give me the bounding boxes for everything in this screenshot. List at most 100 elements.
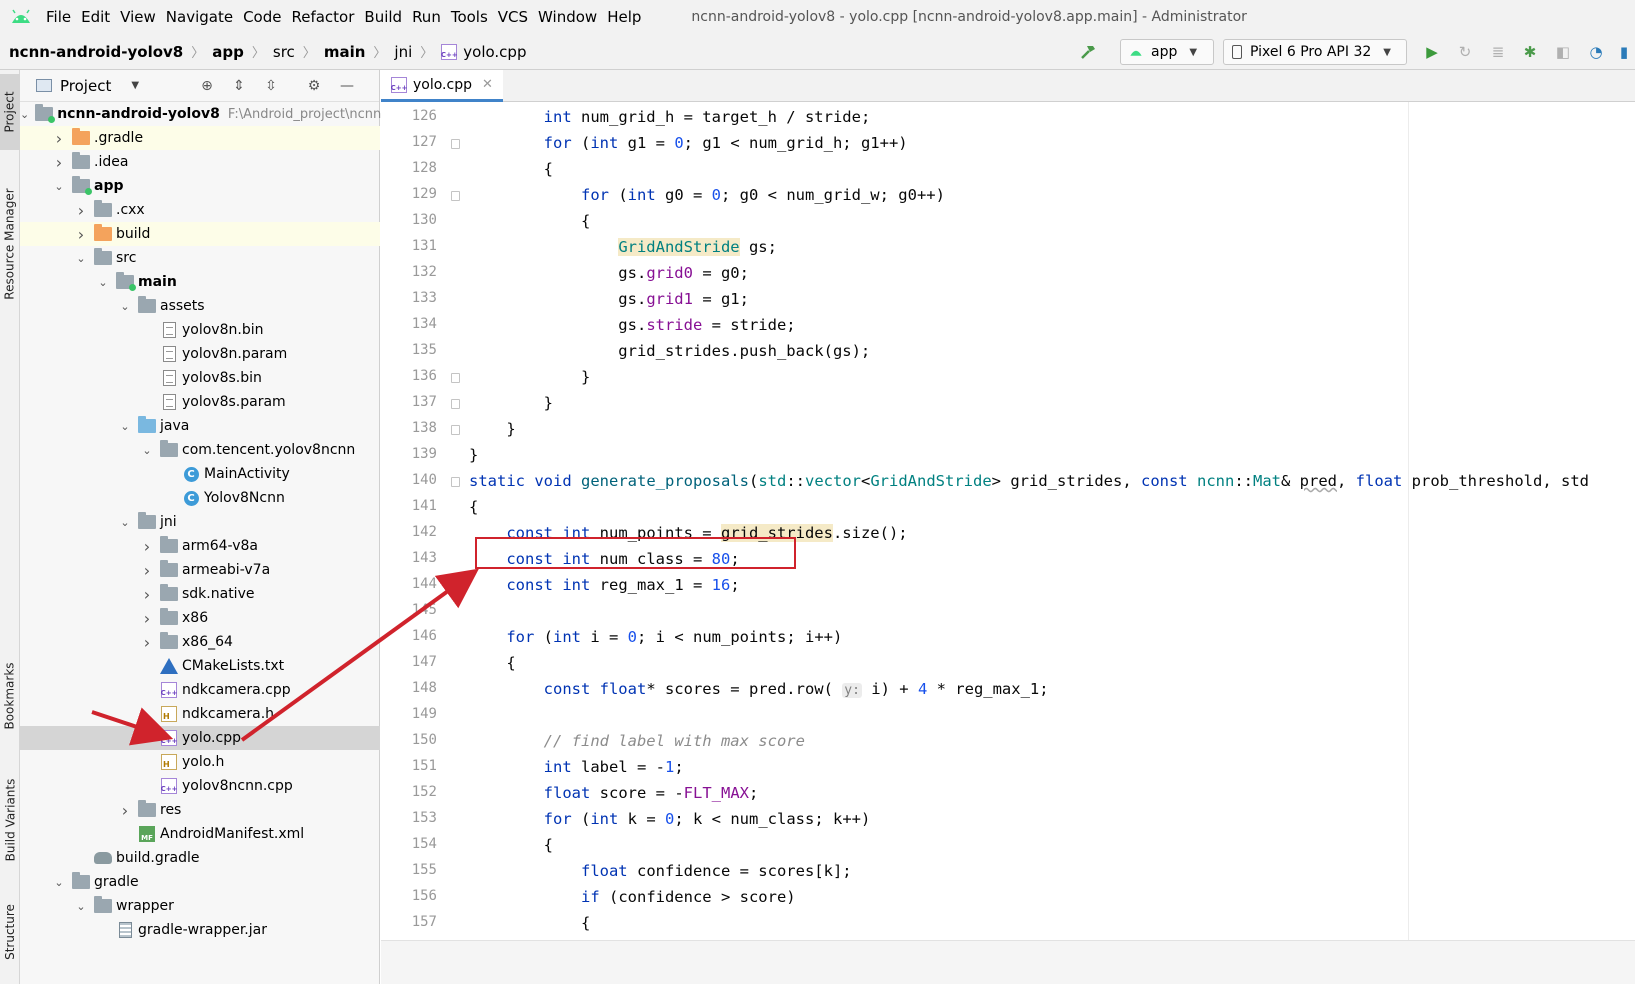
fold-marker-icon[interactable] xyxy=(451,139,460,149)
breadcrumb-item[interactable]: jni xyxy=(394,43,412,61)
apply-changes-icon[interactable]: ≣ xyxy=(1488,43,1508,61)
tree-item[interactable]: ⌄ src xyxy=(20,246,380,270)
code-line[interactable]: { xyxy=(469,832,553,858)
code-line[interactable]: float confidence = scores[k]; xyxy=(469,858,852,884)
attach-debugger-icon[interactable]: ◧ xyxy=(1553,43,1573,61)
chevron-right-icon[interactable]: › xyxy=(140,537,154,556)
code-line[interactable]: for (int g0 = 0; g0 < num_grid_w; g0++) xyxy=(469,182,945,208)
menu-refactor[interactable]: Refactor xyxy=(291,8,354,26)
horizontal-scrollbar[interactable] xyxy=(381,940,1635,984)
tree-item[interactable]: › x86 xyxy=(20,606,380,630)
code-line[interactable]: // find label with max score xyxy=(469,728,805,754)
profiler-icon[interactable]: ◔ xyxy=(1586,43,1606,61)
chevron-down-icon[interactable]: ⌄ xyxy=(52,180,66,193)
chevron-right-icon[interactable]: › xyxy=(52,153,66,172)
chevron-down-icon[interactable]: ⌄ xyxy=(118,516,132,529)
chevron-down-icon[interactable]: ⌄ xyxy=(118,300,132,313)
chevron-down-icon[interactable]: ⌄ xyxy=(20,108,29,121)
resource-manager-tool-tab[interactable]: Resource Manager xyxy=(0,164,20,324)
tree-item[interactable]: › x86_64 xyxy=(20,630,380,654)
code-line[interactable]: float score = -FLT_MAX; xyxy=(469,780,759,806)
tree-item[interactable]: C++ yolo.cpp xyxy=(20,726,380,750)
menu-build[interactable]: Build xyxy=(364,8,402,26)
code-line[interactable]: { xyxy=(469,650,515,676)
menu-help[interactable]: Help xyxy=(607,8,641,26)
tree-item[interactable]: ⌄ com.tencent.yolov8ncnn xyxy=(20,438,380,462)
code-line[interactable]: gs.grid1 = g1; xyxy=(469,286,749,312)
code-line[interactable]: GridAndStride gs; xyxy=(469,234,777,260)
tree-item[interactable]: CMakeLists.txt xyxy=(20,654,380,678)
chevron-down-icon[interactable]: ⌄ xyxy=(96,276,110,289)
bookmarks-tool-tab[interactable]: Bookmarks xyxy=(0,636,20,756)
menu-vcs[interactable]: VCS xyxy=(498,8,528,26)
chevron-right-icon[interactable]: › xyxy=(140,609,154,628)
fold-marker-icon[interactable] xyxy=(451,425,460,435)
tree-item[interactable]: yolov8n.param xyxy=(20,342,380,366)
tree-item[interactable]: ⌄ assets xyxy=(20,294,380,318)
tree-item[interactable]: › res xyxy=(20,798,380,822)
tree-item[interactable]: yolov8s.param xyxy=(20,390,380,414)
chevron-right-icon[interactable]: › xyxy=(52,129,66,148)
project-view-select[interactable]: Project xyxy=(60,77,111,95)
menu-file[interactable]: File xyxy=(46,8,71,26)
code-line[interactable]: { xyxy=(469,910,590,936)
tree-item[interactable]: › .cxx xyxy=(20,198,380,222)
fold-marker-icon[interactable] xyxy=(451,477,460,487)
fold-marker-icon[interactable] xyxy=(451,191,460,201)
crosshair-icon[interactable]: ⊕ xyxy=(198,77,216,95)
chevron-down-icon[interactable]: ▼ xyxy=(131,80,139,91)
code-line[interactable]: for (int k = 0; k < num_class; k++) xyxy=(469,806,871,832)
tree-item[interactable]: C++ ndkcamera.cpp xyxy=(20,678,380,702)
debug-icon[interactable]: ✱ xyxy=(1520,43,1540,61)
menu-edit[interactable]: Edit xyxy=(81,8,110,26)
tree-item[interactable]: ⌄ gradle xyxy=(20,870,380,894)
code-line[interactable]: } xyxy=(469,390,553,416)
code-line[interactable]: int label = -1; xyxy=(469,754,684,780)
tree-item[interactable]: ⌄ ncnn-android-yolov8 F:\Android_project\n… xyxy=(20,102,381,126)
code-line[interactable]: gs.stride = stride; xyxy=(469,312,795,338)
tree-item[interactable]: Hndkcamera.h xyxy=(20,702,380,726)
code-line[interactable]: int num_grid_h = target_h / stride; xyxy=(469,104,871,130)
close-icon[interactable]: ✕ xyxy=(482,77,493,92)
breadcrumb-item[interactable]: app xyxy=(212,43,244,61)
hammer-icon[interactable] xyxy=(1078,43,1098,61)
tree-item[interactable]: ⌄ jni xyxy=(20,510,380,534)
device-manager-icon[interactable]: ▮ xyxy=(1614,43,1634,61)
tree-item[interactable]: ⌄ main xyxy=(20,270,380,294)
project-tool-tab[interactable]: Project xyxy=(0,74,20,150)
chevron-right-icon[interactable]: › xyxy=(140,633,154,652)
tree-item[interactable]: › armeabi-v7a xyxy=(20,558,380,582)
code-line[interactable]: } xyxy=(469,364,590,390)
chevron-down-icon[interactable]: ⌄ xyxy=(52,876,66,889)
code-line[interactable]: } xyxy=(469,442,478,468)
tree-item[interactable]: build.gradle xyxy=(20,846,380,870)
code-line[interactable]: const int reg_max_1 = 16; xyxy=(469,572,739,598)
code-line[interactable]: { xyxy=(469,156,553,182)
tree-item[interactable]: › arm64-v8a xyxy=(20,534,380,558)
tree-item[interactable]: › build xyxy=(20,222,380,246)
tree-item[interactable]: C Yolov8Ncnn xyxy=(20,486,380,510)
tree-item[interactable]: ⌄ java xyxy=(20,414,380,438)
minimize-icon[interactable]: — xyxy=(338,77,356,95)
fold-marker-icon[interactable] xyxy=(451,373,460,383)
tree-item[interactable]: C MainActivity xyxy=(20,462,380,486)
chevron-right-icon[interactable]: › xyxy=(140,585,154,604)
code-line[interactable]: static void generate_proposals(std::vect… xyxy=(469,468,1589,494)
menu-navigate[interactable]: Navigate xyxy=(166,8,233,26)
breadcrumb-item[interactable]: C++ yolo.cpp xyxy=(441,43,527,61)
menu-window[interactable]: Window xyxy=(538,8,597,26)
tree-item[interactable]: C++ yolov8ncnn.cpp xyxy=(20,774,380,798)
run-icon[interactable]: ▶ xyxy=(1422,43,1442,61)
breadcrumb-item[interactable]: main xyxy=(324,43,366,61)
rerun-icon[interactable]: ↻ xyxy=(1455,43,1475,61)
menu-tools[interactable]: Tools xyxy=(451,8,488,26)
chevron-down-icon[interactable]: ⌄ xyxy=(118,420,132,433)
tree-item[interactable]: MF AndroidManifest.xml xyxy=(20,822,380,846)
chevron-down-icon[interactable]: ⌄ xyxy=(74,252,88,265)
chevron-right-icon[interactable]: › xyxy=(118,801,132,820)
build-variants-tool-tab[interactable]: Build Variants xyxy=(0,760,20,880)
code-line[interactable]: const float* scores = pred.row( y: i) + … xyxy=(469,676,1049,702)
chevron-down-icon[interactable]: ⌄ xyxy=(140,444,154,457)
editor-tab-yolo-cpp[interactable]: C++ yolo.cpp ✕ xyxy=(381,70,503,102)
tree-item[interactable]: gradle-wrapper.jar xyxy=(20,918,380,942)
